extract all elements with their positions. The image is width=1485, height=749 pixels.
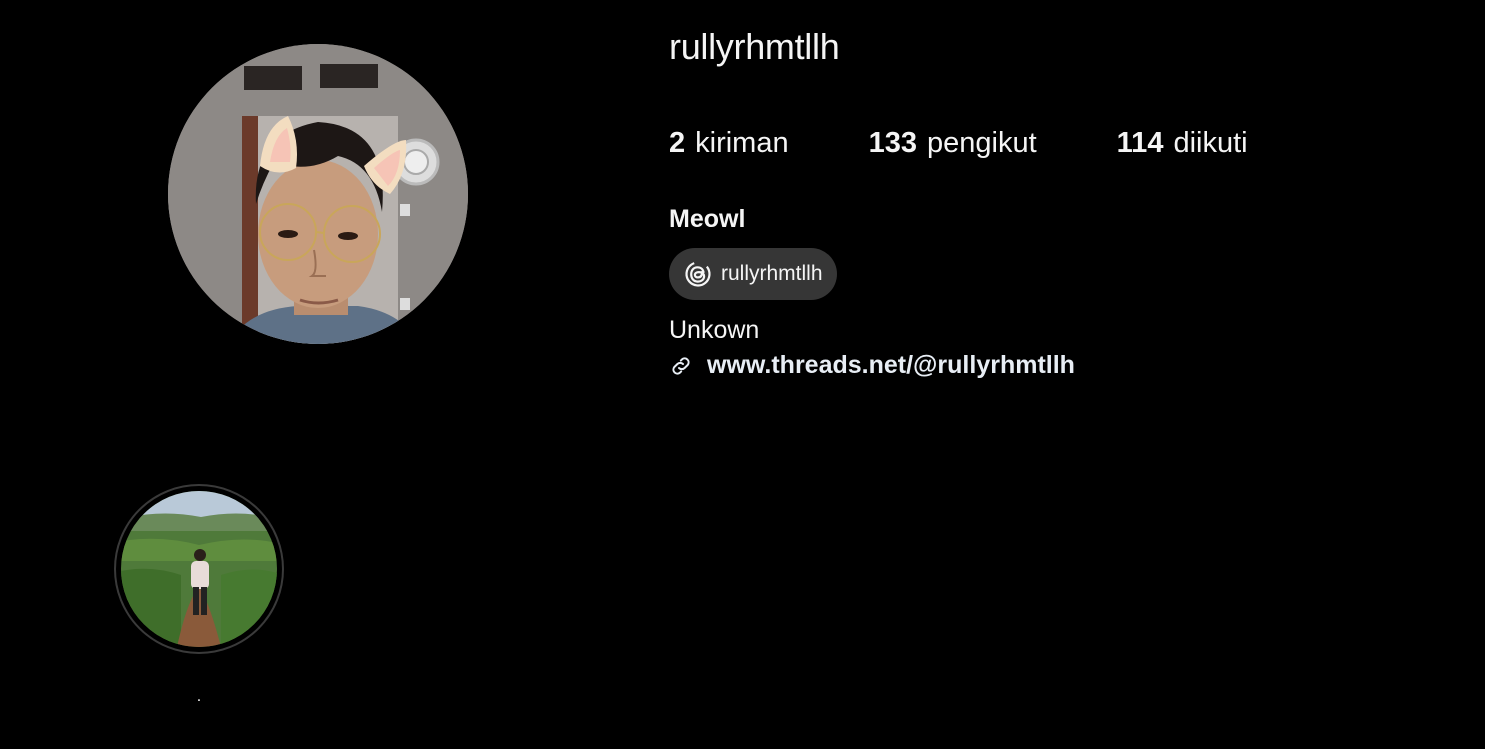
- stat-followers-count: 133: [868, 127, 917, 159]
- profile-page: rullyrhmtllh 2 kiriman 133 pengikut 114 …: [0, 0, 1485, 749]
- threads-icon: [683, 259, 713, 289]
- profile-link-text: www.threads.net/@rullyrhmtllh: [707, 351, 1075, 379]
- profile-external-link[interactable]: www.threads.net/@rullyrhmtllh: [669, 351, 1075, 380]
- story-highlight-label[interactable]: .: [114, 688, 284, 706]
- profile-username[interactable]: rullyrhmtllh: [669, 26, 840, 68]
- stat-posts-label: kiriman: [695, 127, 789, 159]
- link-icon: [672, 356, 690, 375]
- stat-followers-label: pengikut: [927, 127, 1037, 159]
- stat-posts-count: 2: [669, 127, 686, 159]
- stat-posts[interactable]: 2 kiriman: [669, 127, 789, 160]
- stat-followers[interactable]: 133 pengikut: [869, 127, 1037, 160]
- threads-badge-label: rullyrhmtllh: [721, 262, 823, 285]
- threads-badge-button[interactable]: rullyrhmtllh: [669, 248, 837, 300]
- highlight-cover: [121, 491, 277, 647]
- profile-full-name: Meowl: [669, 205, 746, 233]
- highlight-cover-image: [121, 491, 277, 647]
- profile-avatar[interactable]: [168, 44, 468, 344]
- profile-stats: 2 kiriman 133 pengikut 114 diikuti: [669, 127, 1248, 160]
- avatar-image: [168, 44, 468, 344]
- stat-following-label: diikuti: [1173, 127, 1248, 159]
- stat-following-count: 114: [1116, 127, 1164, 159]
- profile-bio: Unkown: [669, 316, 760, 344]
- story-highlight[interactable]: [114, 484, 284, 654]
- stat-following[interactable]: 114 diikuti: [1117, 127, 1248, 160]
